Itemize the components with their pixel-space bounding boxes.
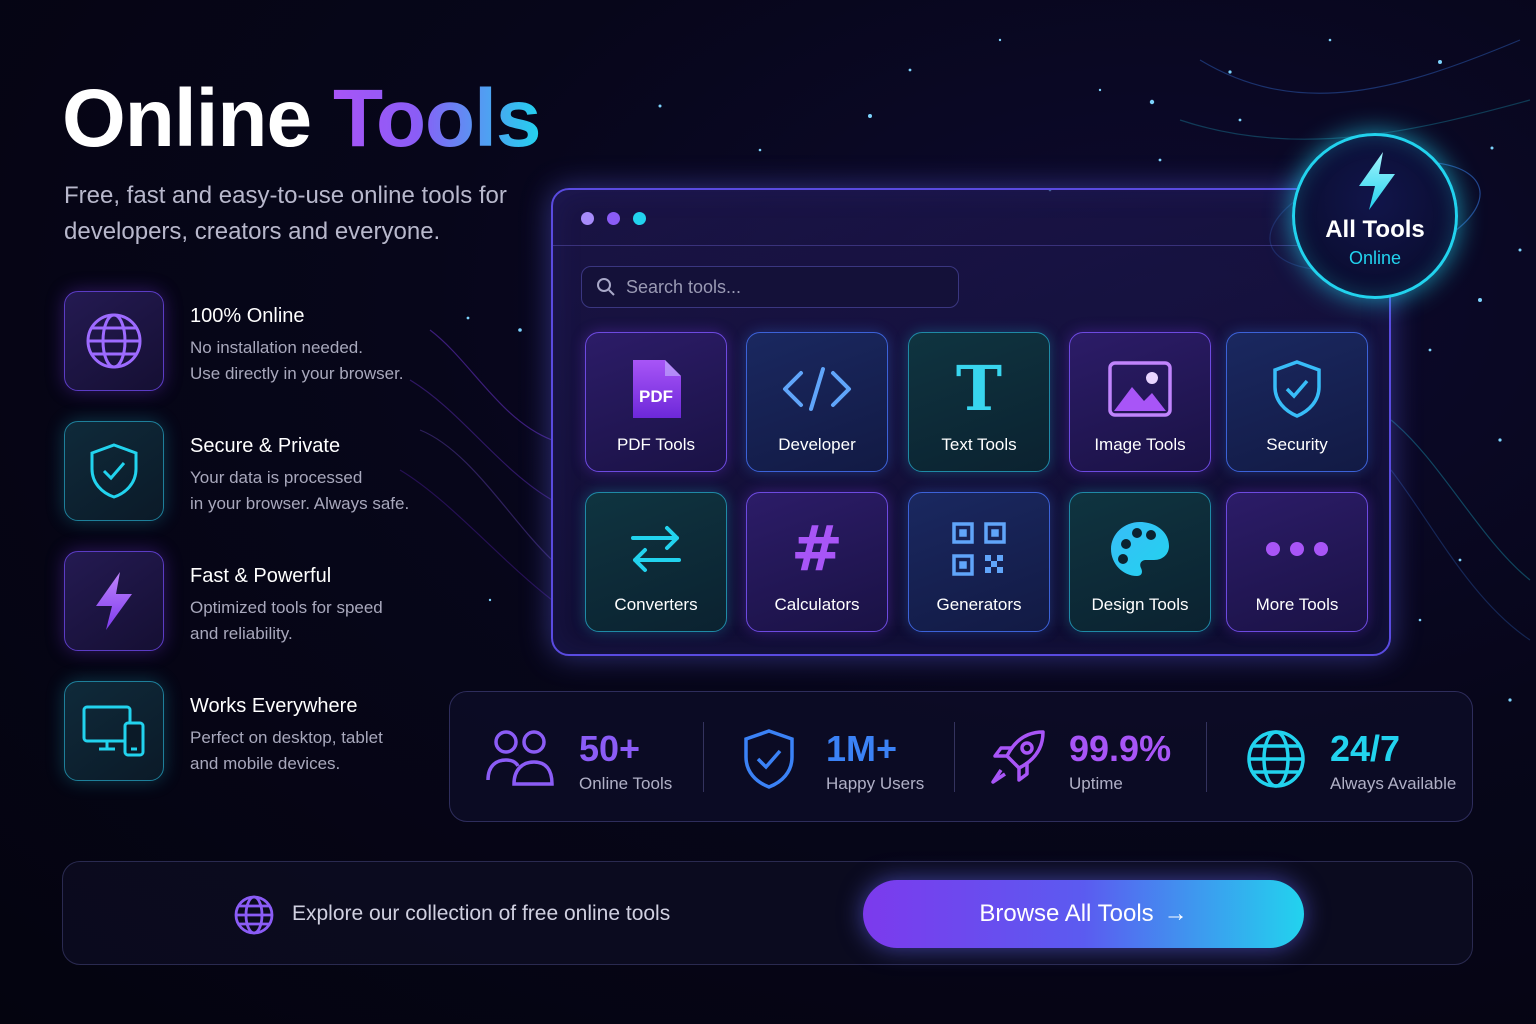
tile-label: Image Tools — [1094, 435, 1186, 454]
tile-label: Text Tools — [941, 435, 1017, 454]
stat-uptime: 99.9% Uptime — [955, 692, 1205, 823]
title-word-online: Online — [62, 73, 312, 164]
lightning-icon — [1353, 150, 1399, 217]
window-dot — [581, 212, 594, 225]
feature-title: Works Everywhere — [190, 695, 358, 717]
stat-value: 1M+ — [826, 728, 898, 769]
tile-generators[interactable]: Generators — [908, 492, 1050, 632]
tile-calculators[interactable]: # Calculators — [746, 492, 888, 632]
tile-label: Security — [1266, 435, 1328, 454]
stat-label: Happy Users — [826, 774, 925, 793]
search-icon — [596, 277, 616, 302]
feature-description: No installation needed. Use directly in y… — [190, 338, 404, 383]
stat-value: 99.9% — [1069, 728, 1172, 769]
tile-security[interactable]: Security — [1226, 332, 1368, 472]
stat-label: Uptime — [1069, 774, 1123, 793]
cta-bar: Explore our collection of free online to… — [62, 861, 1473, 965]
feature-fast: Fast & Powerful Optimized tools for spee… — [64, 551, 484, 651]
tile-converters[interactable]: Converters — [585, 492, 727, 632]
window-dot — [607, 212, 620, 225]
feature-description: Optimized tools for speed and reliability… — [190, 598, 383, 643]
tile-text-tools[interactable]: T Text Tools — [908, 332, 1050, 472]
tile-label: PDF Tools — [616, 435, 696, 454]
shield-check-icon — [742, 728, 796, 795]
all-tools-badge: All Tools Online — [1292, 133, 1458, 299]
feature-description: Your data is processed in your browser. A… — [190, 468, 410, 513]
svg-text:PDF: PDF — [639, 387, 673, 406]
shield-check-icon — [64, 421, 164, 521]
stat-value: 50+ — [579, 728, 641, 769]
tile-label: Developer — [778, 435, 856, 454]
tile-label: Converters — [614, 595, 698, 614]
devices-icon — [64, 681, 164, 781]
page-title: Online Tools — [62, 78, 542, 160]
stat-tools: 50+ Online Tools — [450, 692, 702, 823]
palette-icon — [1100, 517, 1180, 581]
button-label: Browse All Tools — [979, 900, 1154, 927]
arrows-swap-icon — [616, 517, 696, 581]
hash-icon: # — [791, 512, 843, 585]
feature-everywhere: Works Everywhere Perfect on desktop, tab… — [64, 681, 484, 781]
tile-label: Calculators — [774, 595, 860, 614]
stat-users: 1M+ Happy Users — [704, 692, 954, 823]
tile-label: More Tools — [1255, 595, 1339, 614]
feature-online: 100% Online No installation needed. Use d… — [64, 291, 484, 391]
more-dots-icon — [1257, 517, 1337, 581]
cta-text: Explore our collection of free online to… — [292, 902, 671, 925]
badge-title: All Tools — [1325, 216, 1425, 243]
tile-more-tools[interactable]: More Tools — [1226, 492, 1368, 632]
search-input[interactable] — [626, 267, 946, 307]
image-icon — [1100, 357, 1180, 421]
globe-icon — [233, 894, 275, 941]
stat-label: Always Available — [1330, 774, 1457, 793]
feature-title: 100% Online — [190, 305, 305, 327]
search-box — [581, 266, 959, 308]
tile-image-tools[interactable]: Image Tools — [1069, 332, 1211, 472]
tools-browser-window: PDF PDF Tools Developer T Text Tools Ima… — [551, 188, 1391, 656]
window-dot — [633, 212, 646, 225]
text-icon: T — [955, 352, 1003, 425]
tile-label: Design Tools — [1091, 595, 1189, 614]
feature-description: Perfect on desktop, tablet and mobile dev… — [190, 728, 383, 773]
tile-label: Generators — [936, 595, 1022, 614]
code-icon — [777, 357, 857, 421]
browse-all-tools-button[interactable]: Browse All Tools → — [863, 880, 1304, 948]
users-icon — [484, 728, 554, 793]
globe-icon — [1245, 728, 1307, 795]
pdf-icon: PDF — [616, 357, 696, 421]
tile-design-tools[interactable]: Design Tools — [1069, 492, 1211, 632]
feature-secure: Secure & Private Your data is processed i… — [64, 421, 484, 521]
qr-code-icon — [939, 517, 1019, 581]
rocket-icon — [987, 728, 1047, 793]
stat-label: Online Tools — [579, 774, 673, 793]
tile-developer[interactable]: Developer — [746, 332, 888, 472]
title-word-tools: Tools — [332, 73, 542, 164]
arrow-right-icon: → — [1163, 900, 1188, 927]
feature-title: Fast & Powerful — [190, 565, 332, 587]
shield-check-icon — [1257, 357, 1337, 421]
feature-title: Secure & Private — [190, 435, 341, 457]
stats-bar: 50+ Online Tools 1M+ Happy Users 99.9% U… — [449, 691, 1473, 822]
badge-subtitle: Online — [1348, 248, 1402, 268]
lightning-icon — [64, 551, 164, 651]
page-subtitle: Free, fast and easy-to-use online tools … — [64, 182, 507, 245]
stat-value: 24/7 — [1330, 728, 1401, 769]
window-titlebar — [553, 190, 1389, 246]
stat-availability: 24/7 Always Available — [1207, 692, 1473, 823]
globe-icon — [64, 291, 164, 391]
tile-pdf-tools[interactable]: PDF PDF Tools — [585, 332, 727, 472]
